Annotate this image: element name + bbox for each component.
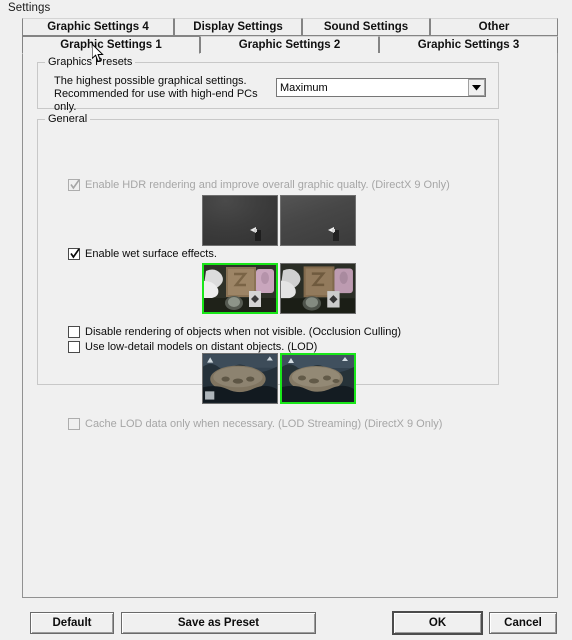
preview-thumbnail-wet-on[interactable] xyxy=(202,263,278,314)
preview-thumbnail-lod-on[interactable] xyxy=(280,353,356,404)
graphics-presets-description: The highest possible graphical settings.… xyxy=(54,75,258,113)
tab-graphic-settings-4[interactable]: Graphic Settings 4 xyxy=(22,18,174,36)
preview-thumbnail-hdr-on[interactable] xyxy=(280,195,356,246)
tab-sound-settings[interactable]: Sound Settings xyxy=(302,18,430,36)
tab-label: Graphic Settings 1 xyxy=(60,39,162,51)
cancel-button[interactable]: Cancel xyxy=(489,612,557,634)
checkbox-occlusion-culling[interactable] xyxy=(68,326,80,338)
preview-pair-wet-surface xyxy=(202,263,356,314)
checkmark-icon xyxy=(70,248,80,259)
graphics-preset-value: Maximum xyxy=(280,81,328,94)
preview-thumbnail-lod-off[interactable] xyxy=(202,353,278,404)
lamp-icon xyxy=(328,227,339,241)
graphics-preset-dropdown[interactable]: Maximum xyxy=(276,78,486,97)
window-title: Settings xyxy=(8,2,51,14)
tab-label: Other xyxy=(478,21,510,33)
general-group-label: General xyxy=(45,113,91,125)
graphics-presets-group-label: Graphics Presets xyxy=(45,56,136,68)
tab-display-settings[interactable]: Display Settings xyxy=(174,18,302,36)
scene-illustration xyxy=(281,264,355,313)
checkbox-label: Cache LOD data only when necessary. (LOD… xyxy=(85,418,443,430)
preview-pair-lod xyxy=(202,353,356,404)
checkmark-icon xyxy=(70,179,80,190)
tab-label: Display Settings xyxy=(193,21,283,33)
tab-other[interactable]: Other xyxy=(430,18,558,36)
default-button[interactable]: Default xyxy=(30,612,114,634)
tab-label: Graphic Settings 3 xyxy=(417,39,520,51)
tab-graphic-settings-2[interactable]: Graphic Settings 2 xyxy=(200,36,379,54)
ok-button[interactable]: OK xyxy=(392,611,483,635)
checkbox-row-cache-lod-data: Cache LOD data only when necessary. (LOD… xyxy=(68,418,442,430)
tab-label: Sound Settings xyxy=(323,21,409,33)
tab-row-secondary: Graphic Settings 4 Display Settings Soun… xyxy=(22,18,558,36)
checkbox-label: Use low-detail models on distant objects… xyxy=(85,341,318,353)
general-group: General Enable HDR rendering and improve… xyxy=(37,113,499,430)
tab-label: Graphic Settings 2 xyxy=(238,39,341,51)
tab-strip: Graphic Settings 4 Display Settings Soun… xyxy=(22,18,558,54)
tab-label: Graphic Settings 4 xyxy=(47,21,149,33)
button-label: Cancel xyxy=(504,617,542,629)
checkbox-label: Enable HDR rendering and improve overall… xyxy=(85,179,450,191)
preview-thumbnail-wet-off[interactable] xyxy=(280,263,356,314)
tab-row-primary: Graphic Settings 1 Graphic Settings 2 Gr… xyxy=(22,36,558,54)
chevron-down-icon[interactable] xyxy=(468,79,485,96)
button-label: OK xyxy=(428,617,447,629)
tab-panel-graphic-settings-1: Graphics Presets The highest possible gr… xyxy=(22,53,558,598)
tab-graphic-settings-3[interactable]: Graphic Settings 3 xyxy=(379,36,558,54)
checkbox-cache-lod-data xyxy=(68,418,80,430)
scene-illustration xyxy=(204,265,276,312)
preview-pair-hdr xyxy=(202,195,356,246)
checkbox-row-enable-wet-surface[interactable]: Enable wet surface effects. xyxy=(68,248,217,260)
checkbox-row-occlusion-culling[interactable]: Disable rendering of objects when not vi… xyxy=(68,326,401,338)
checkbox-label: Disable rendering of objects when not vi… xyxy=(85,326,402,338)
checkbox-row-enable-hdr: Enable HDR rendering and improve overall… xyxy=(68,179,450,191)
tab-graphic-settings-1[interactable]: Graphic Settings 1 xyxy=(22,36,200,54)
scene-illustration xyxy=(282,355,354,402)
save-as-preset-button[interactable]: Save as Preset xyxy=(121,612,316,634)
button-label: Default xyxy=(52,617,92,629)
graphics-presets-group: Graphics Presets The highest possible gr… xyxy=(37,56,499,113)
checkbox-enable-wet-surface[interactable] xyxy=(68,248,80,260)
checkbox-enable-hdr xyxy=(68,179,80,191)
scene-illustration xyxy=(203,354,277,403)
checkbox-low-detail-lod[interactable] xyxy=(68,341,80,353)
button-label: Save as Preset xyxy=(177,617,260,629)
checkbox-label: Enable wet surface effects. xyxy=(85,248,217,260)
lamp-icon xyxy=(250,227,261,241)
checkbox-row-low-detail-lod[interactable]: Use low-detail models on distant objects… xyxy=(68,341,317,353)
preview-thumbnail-hdr-off[interactable] xyxy=(202,195,278,246)
